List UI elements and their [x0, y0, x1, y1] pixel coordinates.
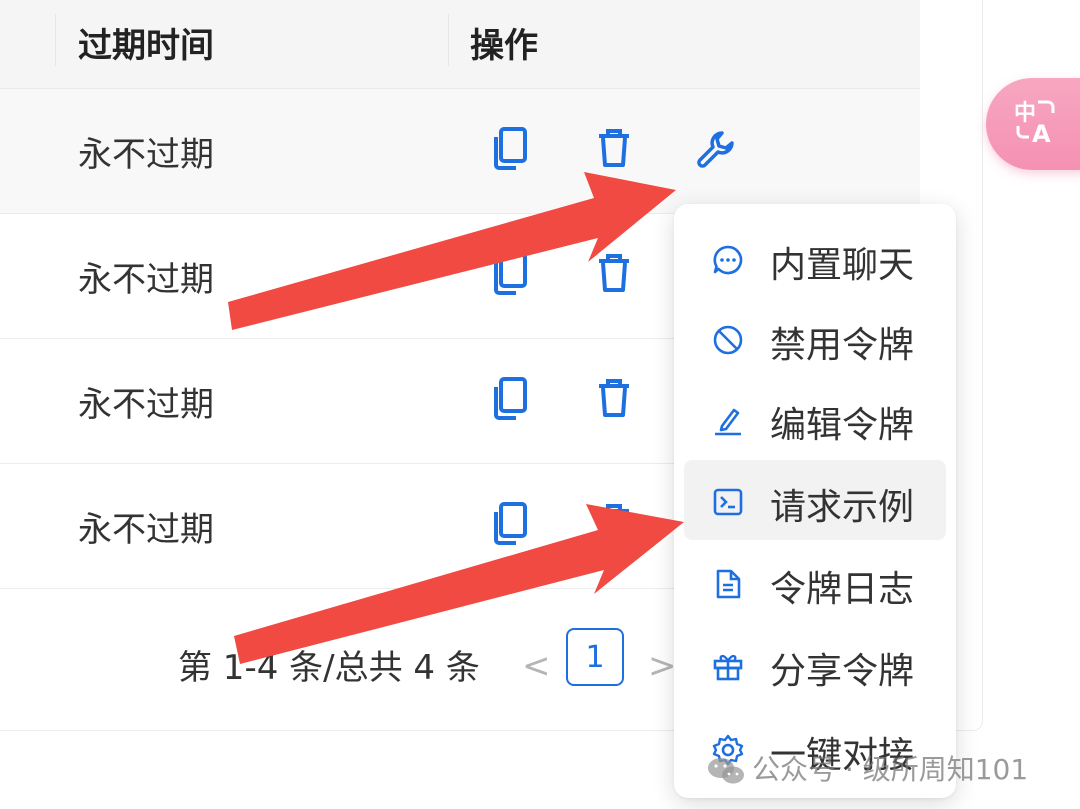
menu-item-label: 请求示例 [770, 487, 915, 528]
menu-item-builtin-chat[interactable]: 内置聊天 [684, 218, 946, 298]
menu-item-label: 编辑令牌 [770, 405, 915, 446]
menu-item-label: 令牌日志 [770, 569, 915, 610]
terminal-icon [713, 488, 743, 516]
copy-icon[interactable] [492, 252, 528, 300]
wechat-icon [708, 758, 744, 784]
copy-icon[interactable] [492, 502, 528, 550]
expire-cell: 永不过期 [78, 385, 214, 425]
pagination-page-1[interactable]: 1 [566, 628, 624, 686]
copy-icon[interactable] [492, 377, 528, 425]
translate-icon: 中 A [1014, 100, 1055, 146]
delete-icon[interactable] [596, 377, 632, 423]
delete-icon[interactable] [596, 502, 632, 548]
menu-item-token-logs[interactable]: 令牌日志 [684, 542, 946, 622]
copy-icon[interactable] [492, 127, 528, 175]
column-header-expire: 过期时间 [78, 26, 214, 66]
column-divider [55, 14, 56, 66]
menu-item-request-example[interactable]: 请求示例 [684, 460, 946, 540]
expire-cell: 永不过期 [78, 260, 214, 300]
ban-icon [713, 325, 743, 355]
menu-item-label: 禁用令牌 [770, 325, 915, 366]
file-icon [716, 569, 741, 599]
token-actions-dropdown: 内置聊天 禁用令牌 编辑令牌 请求示例 令牌日志 分享令牌 一键对接 [674, 204, 956, 798]
menu-item-label: 分享令牌 [770, 651, 915, 692]
gift-icon [713, 654, 743, 681]
column-divider [448, 14, 449, 66]
edit-icon [715, 408, 741, 436]
delete-icon[interactable] [596, 252, 632, 298]
translate-float-button[interactable]: 中 A [986, 78, 1080, 170]
watermark: 公众号 · 级所周知101 [706, 748, 1028, 788]
watermark-text: 公众号 · 级所周知101 [752, 753, 1029, 786]
svg-text:A: A [1032, 120, 1051, 146]
pagination-summary: 第 1-4 条/总共 4 条 [178, 648, 480, 688]
menu-item-edit-token[interactable]: 编辑令牌 [684, 378, 946, 458]
table-row: 永不过期 [0, 89, 920, 214]
pagination-next-button[interactable]: > [648, 646, 677, 686]
menu-item-share-token[interactable]: 分享令牌 [684, 624, 946, 704]
expire-cell: 永不过期 [78, 510, 214, 550]
column-header-actions: 操作 [470, 26, 538, 66]
chat-icon [713, 245, 743, 275]
delete-icon[interactable] [596, 127, 632, 173]
pagination-prev-button[interactable]: < [522, 646, 551, 686]
wrench-icon[interactable] [696, 129, 736, 173]
menu-item-label: 内置聊天 [770, 245, 915, 286]
table-header: 过期时间 操作 [0, 0, 920, 89]
menu-item-disable-token[interactable]: 禁用令牌 [684, 298, 946, 378]
expire-cell: 永不过期 [78, 135, 214, 175]
